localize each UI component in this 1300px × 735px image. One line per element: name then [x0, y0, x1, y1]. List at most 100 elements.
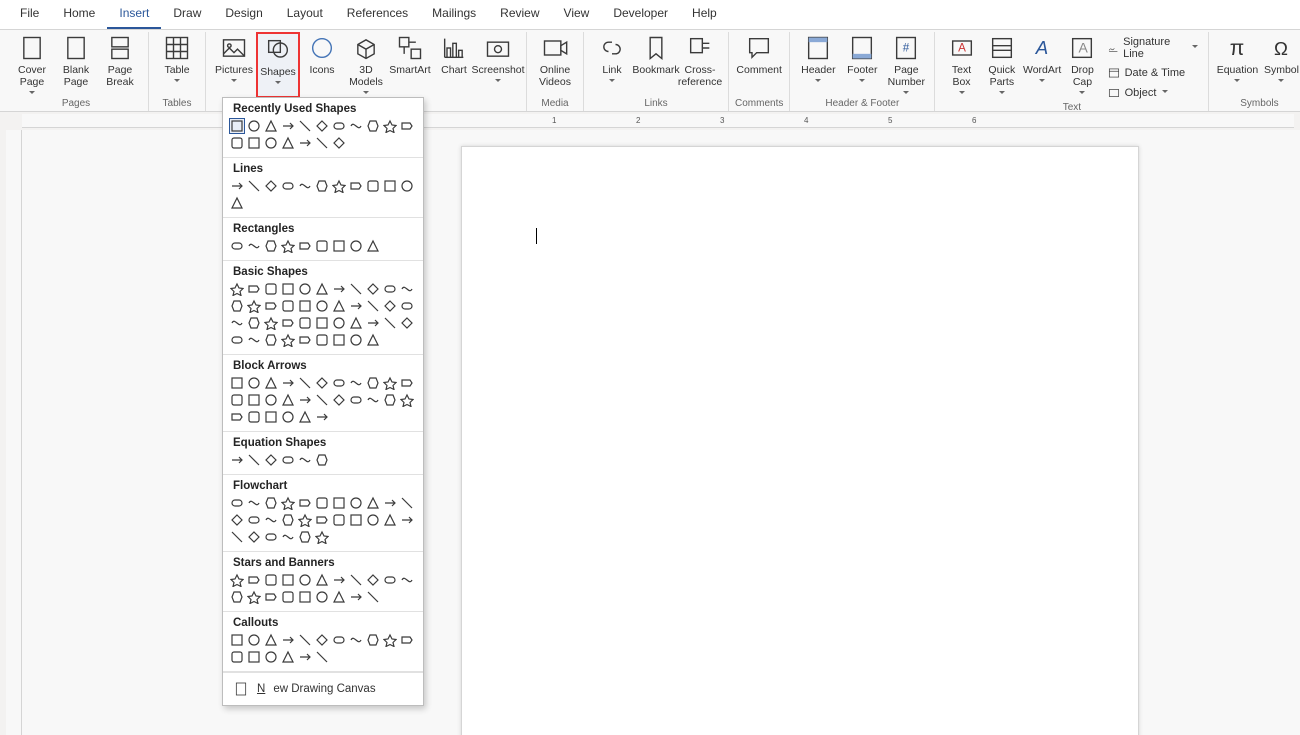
shape-option[interactable]: [348, 281, 364, 297]
shape-option[interactable]: [229, 195, 245, 211]
shape-option[interactable]: [263, 281, 279, 297]
quick-parts-button[interactable]: QuickParts: [982, 32, 1022, 98]
shape-option[interactable]: [246, 392, 262, 408]
date-time-button[interactable]: Date & Time: [1103, 64, 1203, 82]
shape-option[interactable]: [331, 392, 347, 408]
shape-option[interactable]: [297, 589, 313, 605]
shape-option[interactable]: [229, 632, 245, 648]
symbol-button[interactable]: ΩSymbol: [1259, 32, 1300, 98]
shape-option[interactable]: [229, 495, 245, 511]
menu-references[interactable]: References: [335, 0, 420, 29]
shape-option[interactable]: [263, 238, 279, 254]
shape-option[interactable]: [246, 178, 262, 194]
shape-option[interactable]: [263, 315, 279, 331]
shape-option[interactable]: [382, 298, 398, 314]
shape-option[interactable]: [314, 512, 330, 528]
cover-page-button[interactable]: CoverPage: [10, 32, 54, 98]
shape-option[interactable]: [263, 298, 279, 314]
shape-option[interactable]: [297, 452, 313, 468]
shape-option[interactable]: [263, 332, 279, 348]
menu-review[interactable]: Review: [488, 0, 551, 29]
shape-option[interactable]: [297, 392, 313, 408]
shape-option[interactable]: [229, 118, 245, 134]
shape-option[interactable]: [246, 589, 262, 605]
shape-option[interactable]: [280, 281, 296, 297]
shape-option[interactable]: [314, 178, 330, 194]
shape-option[interactable]: [280, 118, 296, 134]
shape-option[interactable]: [382, 118, 398, 134]
shape-option[interactable]: [348, 118, 364, 134]
shape-option[interactable]: [365, 495, 381, 511]
shape-option[interactable]: [348, 315, 364, 331]
smartart-button[interactable]: SmartArt: [388, 32, 432, 98]
shape-option[interactable]: [331, 572, 347, 588]
shape-option[interactable]: [399, 281, 415, 297]
menu-home[interactable]: Home: [51, 0, 107, 29]
shape-option[interactable]: [399, 512, 415, 528]
shape-option[interactable]: [263, 649, 279, 665]
shape-option[interactable]: [382, 512, 398, 528]
shape-option[interactable]: [314, 281, 330, 297]
shape-option[interactable]: [246, 529, 262, 545]
shape-option[interactable]: [297, 495, 313, 511]
shape-option[interactable]: [246, 512, 262, 528]
shape-option[interactable]: [348, 178, 364, 194]
shape-option[interactable]: [314, 135, 330, 151]
menu-mailings[interactable]: Mailings: [420, 0, 488, 29]
shape-option[interactable]: [280, 375, 296, 391]
shape-option[interactable]: [280, 632, 296, 648]
shape-option[interactable]: [263, 529, 279, 545]
shape-option[interactable]: [229, 409, 245, 425]
shape-option[interactable]: [246, 135, 262, 151]
shape-option[interactable]: [399, 298, 415, 314]
shape-option[interactable]: [280, 409, 296, 425]
shape-option[interactable]: [314, 649, 330, 665]
shape-option[interactable]: [263, 512, 279, 528]
shape-option[interactable]: [365, 632, 381, 648]
shape-option[interactable]: [348, 332, 364, 348]
shape-option[interactable]: [382, 281, 398, 297]
shape-option[interactable]: [399, 118, 415, 134]
shape-option[interactable]: [297, 649, 313, 665]
shape-option[interactable]: [348, 572, 364, 588]
shape-option[interactable]: [297, 238, 313, 254]
shape-option[interactable]: [297, 118, 313, 134]
shape-option[interactable]: [382, 375, 398, 391]
shape-option[interactable]: [399, 315, 415, 331]
menu-view[interactable]: View: [552, 0, 602, 29]
shape-option[interactable]: [246, 298, 262, 314]
shape-option[interactable]: [280, 238, 296, 254]
shape-option[interactable]: [331, 118, 347, 134]
menu-design[interactable]: Design: [213, 0, 274, 29]
text-box-button[interactable]: ATextBox: [941, 32, 981, 98]
shape-option[interactable]: [280, 332, 296, 348]
menu-file[interactable]: File: [8, 0, 51, 29]
shape-option[interactable]: [246, 452, 262, 468]
wordart-button[interactable]: AWordArt: [1022, 32, 1062, 98]
shape-option[interactable]: [399, 392, 415, 408]
footer-button[interactable]: Footer: [840, 32, 884, 98]
shape-option[interactable]: [229, 452, 245, 468]
shape-option[interactable]: [331, 315, 347, 331]
new-drawing-canvas[interactable]: New Drawing Canvas: [223, 672, 423, 705]
shape-option[interactable]: [263, 375, 279, 391]
shape-option[interactable]: [280, 452, 296, 468]
equation-button[interactable]: πEquation: [1215, 32, 1259, 98]
shape-option[interactable]: [297, 572, 313, 588]
shape-option[interactable]: [246, 632, 262, 648]
shape-option[interactable]: [263, 495, 279, 511]
shape-option[interactable]: [297, 135, 313, 151]
shape-option[interactable]: [382, 178, 398, 194]
shape-option[interactable]: [314, 118, 330, 134]
shape-option[interactable]: [331, 332, 347, 348]
shape-option[interactable]: [348, 512, 364, 528]
shape-option[interactable]: [280, 529, 296, 545]
bookmark-button[interactable]: Bookmark: [634, 32, 678, 98]
shape-option[interactable]: [365, 572, 381, 588]
shape-option[interactable]: [331, 632, 347, 648]
shape-option[interactable]: [365, 332, 381, 348]
shape-option[interactable]: [348, 375, 364, 391]
shape-option[interactable]: [280, 298, 296, 314]
shape-option[interactable]: [382, 495, 398, 511]
shape-option[interactable]: [314, 392, 330, 408]
